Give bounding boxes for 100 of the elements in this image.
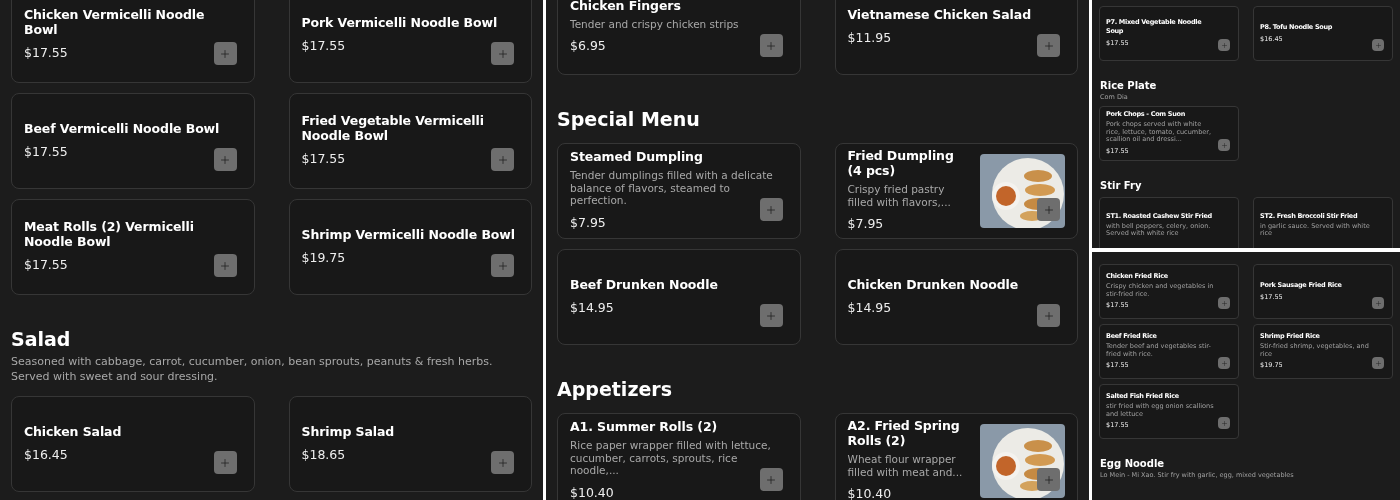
plus-icon: [1220, 141, 1228, 149]
plus-icon: [1042, 203, 1055, 216]
item-price: $17.55: [24, 256, 68, 275]
plus-icon: [1374, 41, 1382, 49]
plus-icon: [1042, 39, 1055, 52]
add-button[interactable]: [1037, 468, 1060, 491]
item-description: Tender and crispy chicken strips: [570, 17, 740, 31]
add-button[interactable]: [759, 304, 783, 327]
item-name: Chicken Fingers: [570, 0, 682, 13]
plus-icon: [219, 47, 231, 60]
plus-icon: [1220, 359, 1228, 367]
item-price: $14.95: [847, 298, 892, 317]
add-button[interactable]: [759, 468, 783, 491]
plus-icon: [765, 203, 777, 216]
item-name: Chicken Vermicelli Noodle Bowl: [24, 7, 206, 38]
add-button[interactable]: [213, 254, 237, 277]
item-price: $17.55: [301, 150, 346, 169]
menu-item-card[interactable]: Fried Vegetable Vermicelli Noodle Bowl $17.55: [288, 93, 532, 189]
item-description: Crispy fried pastry filled with flavors,...: [847, 183, 952, 209]
add-button[interactable]: [213, 451, 237, 474]
item-name: A1. Summer Rolls (2): [570, 419, 719, 435]
item-name: Beef Vermicelli Noodle Bowl: [24, 120, 221, 136]
add-button[interactable]: [1218, 357, 1230, 369]
item-name: A2. Fried Spring Rolls (2): [847, 418, 961, 449]
item-price: $17.55: [24, 142, 68, 161]
item-name: Chicken Salad: [24, 423, 123, 439]
menu-item-card[interactable]: Steamed Dumpling Tender dumplings filled with a delicate balance of flavors, steamed to perfection. $7.95: [557, 143, 801, 239]
add-button[interactable]: [1037, 34, 1060, 57]
menu-item-card[interactable]: Chicken Fingers Tender and crispy chicken strips $6.95: [557, 0, 801, 75]
menu-item-card[interactable]: Shrimp Salad $18.65: [288, 396, 532, 492]
plus-icon: [219, 153, 231, 166]
item-name: Fried Dumpling (4 pcs): [847, 148, 955, 179]
add-button[interactable]: [1218, 297, 1230, 309]
item-name: Shrimp Salad: [301, 423, 396, 439]
item-name: Pork Vermicelli Noodle Bowl: [301, 14, 499, 30]
item-name: Shrimp Vermicelli Noodle Bowl: [301, 226, 515, 242]
section-heading: Egg Noodle: [1100, 457, 1166, 470]
menu-item-card[interactable]: Fried Dumpling (4 pcs) Crispy fried pastry filled with flavors,... $7.95: [834, 143, 1078, 239]
section-heading: Rice Plate: [1100, 79, 1158, 92]
menu-item-card[interactable]: Chicken Drunken Noodle $14.95: [834, 249, 1078, 345]
menu-item-card[interactable]: Vietnamese Chicken Salad $11.95: [834, 0, 1078, 75]
plus-icon: [1374, 359, 1382, 367]
plus-icon: [765, 473, 777, 486]
section-heading: Appetizers: [557, 377, 673, 401]
add-button[interactable]: [759, 34, 783, 57]
plus-icon: [1220, 419, 1228, 427]
plus-icon: [1042, 473, 1055, 486]
item-price: $10.40: [570, 483, 614, 500]
plus-icon: [1042, 309, 1055, 322]
item-price: $19.75: [301, 248, 346, 267]
menu-item-card[interactable]: Shrimp Vermicelli Noodle Bowl $19.75: [288, 199, 532, 295]
plus-icon: [765, 39, 777, 52]
add-button[interactable]: [1218, 139, 1230, 151]
add-button[interactable]: [1037, 304, 1060, 327]
add-button[interactable]: [491, 148, 514, 171]
item-price: $6.95: [570, 37, 606, 56]
item-name: Vietnamese Chicken Salad: [847, 6, 1032, 22]
menu-item-card[interactable]: Beef Vermicelli Noodle Bowl $17.55: [11, 93, 255, 189]
add-button[interactable]: [1372, 39, 1384, 51]
item-price: $7.95: [570, 213, 606, 232]
plus-icon: [219, 456, 231, 469]
item-name: Chicken Drunken Noodle: [847, 276, 1020, 292]
add-button[interactable]: [491, 42, 514, 65]
add-button[interactable]: [759, 198, 783, 221]
add-button[interactable]: [1218, 417, 1230, 429]
plus-icon: [1220, 41, 1228, 49]
plus-icon: [496, 259, 509, 272]
menu-item-card[interactable]: Pork Vermicelli Noodle Bowl $17.55: [288, 0, 532, 83]
add-button[interactable]: [491, 254, 514, 277]
add-button[interactable]: [491, 451, 514, 474]
add-button[interactable]: [1372, 297, 1384, 309]
menu-item-card[interactable]: Meat Rolls (2) Vermicelli Noodle Bowl $17.55: [11, 199, 255, 295]
item-price: $11.95: [847, 28, 892, 47]
add-button[interactable]: [1037, 198, 1060, 221]
add-button[interactable]: [1218, 39, 1230, 51]
add-button[interactable]: [1372, 357, 1384, 369]
plus-icon: [765, 309, 777, 322]
section-heading: Special Menu: [557, 107, 701, 131]
menu-item-card[interactable]: A1. Summer Rolls (2) Rice paper wrapper filled with lettuce, cucumber, carrots, sprouts, rice noodle,... $10.40: [557, 413, 801, 500]
plus-icon: [1220, 299, 1228, 307]
add-button[interactable]: [213, 148, 237, 171]
item-price: $16.45: [24, 445, 68, 464]
menu-item-card[interactable]: Chicken Vermicelli Noodle Bowl $17.55: [11, 0, 255, 83]
item-price: $14.95: [570, 298, 614, 317]
menu-item-card[interactable]: Chicken Salad $16.45: [11, 396, 255, 492]
plus-icon: [496, 456, 509, 469]
section-description: Seasoned with cabbage, carrot, cucumber, onion, bean sprouts, peanuts & fresh herbs. Served with sweet and sour dressing.: [11, 354, 494, 384]
section-heading: Salad: [11, 327, 72, 351]
plus-icon: [1374, 299, 1382, 307]
menu-item-card[interactable]: Beef Drunken Noodle $14.95: [557, 249, 801, 345]
item-description: Tender dumplings filled with a delicate balance of flavors, steamed to perfection.: [570, 169, 774, 207]
menu-item-card[interactable]: A2. Fried Spring Rolls (2) Wheat flour wrapper filled with meat and... $10.40: [834, 413, 1078, 500]
plus-icon: [496, 153, 509, 166]
add-button[interactable]: [213, 42, 237, 65]
section-heading: Stir Fry: [1100, 179, 1143, 192]
item-price: $18.65: [301, 445, 346, 464]
item-description: Rice paper wrapper filled with lettuce, cucumber, carrots, sprouts, rice noodle,...: [570, 439, 772, 477]
item-name: Beef Drunken Noodle: [570, 276, 719, 292]
item-name: Fried Vegetable Vermicelli Noodle Bowl: [301, 113, 485, 144]
item-name: Meat Rolls (2) Vermicelli Noodle Bowl: [24, 219, 195, 250]
